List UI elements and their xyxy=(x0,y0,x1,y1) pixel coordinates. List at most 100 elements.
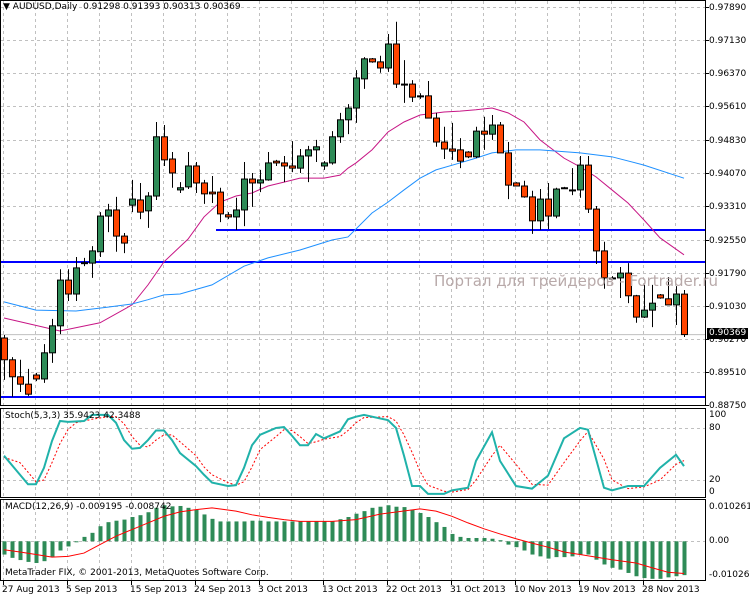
candle-body xyxy=(297,155,304,169)
candle xyxy=(385,34,392,72)
candle xyxy=(297,148,304,173)
candle-body xyxy=(65,279,72,295)
stoch-main-line xyxy=(3,413,685,495)
macd-histogram-bar xyxy=(114,520,119,542)
candle xyxy=(361,57,368,89)
macd-histogram-bar xyxy=(658,541,663,579)
macd-histogram-bar xyxy=(586,541,591,555)
candle xyxy=(41,344,48,383)
collapse-triangle-icon[interactable]: ▼ xyxy=(3,2,10,12)
candle xyxy=(17,359,24,393)
macd-histogram-bar xyxy=(418,512,423,542)
price-tick-label: 0.97130 xyxy=(709,35,747,46)
macd-histogram-bar xyxy=(354,513,359,542)
candle xyxy=(489,115,496,140)
candle-body xyxy=(249,178,256,184)
candle xyxy=(345,104,352,135)
candle-body xyxy=(633,295,640,318)
macd-histogram-bar xyxy=(426,517,431,542)
candle-body xyxy=(329,136,336,164)
macd-histogram-bar xyxy=(570,541,575,557)
candle-body xyxy=(337,119,344,138)
candle xyxy=(249,172,256,207)
macd-histogram-bar xyxy=(306,521,311,542)
candle xyxy=(73,257,80,301)
macd-histogram-bar xyxy=(242,521,247,542)
candle-body xyxy=(89,250,96,264)
candle-body xyxy=(185,165,192,188)
macd-tick-zero: 0.00 xyxy=(709,536,730,546)
candle xyxy=(537,189,544,230)
candle xyxy=(57,269,64,335)
candle-body xyxy=(145,195,152,212)
macd-histogram-bar xyxy=(26,541,31,562)
stoch-tick-0: 0 xyxy=(709,487,715,497)
macd-histogram-bar xyxy=(194,509,199,542)
macd-histogram-bar xyxy=(122,519,127,542)
candle xyxy=(353,70,360,123)
candle-body xyxy=(553,188,560,217)
candle xyxy=(393,21,400,89)
candle xyxy=(529,190,536,234)
candle-body xyxy=(137,199,144,213)
watermark: Портал для трейдеров - Fortrader.ru xyxy=(434,272,718,290)
macd-histogram-bar xyxy=(234,521,239,542)
price-tick-label: 0.89510 xyxy=(709,367,747,378)
candle-body xyxy=(537,198,544,222)
candle xyxy=(121,233,128,254)
stoch-label: Stoch(5,3,3) 35.9423 42.3488 xyxy=(5,411,141,421)
candle-body xyxy=(81,262,88,265)
candle-body xyxy=(657,294,664,299)
macd-histogram-bar xyxy=(74,541,79,543)
price-tick-label: 0.94070 xyxy=(709,168,747,179)
date-label: 24 Sep 2013 xyxy=(194,585,252,595)
candle xyxy=(201,179,208,204)
candle-body xyxy=(561,187,568,190)
macd-histogram-bar xyxy=(626,541,631,573)
candle xyxy=(209,175,216,203)
candle xyxy=(113,196,120,252)
macd-histogram-bar xyxy=(450,533,455,542)
macd-histogram-bar xyxy=(34,541,39,564)
candle xyxy=(681,289,688,338)
macd-histogram-bar xyxy=(370,507,375,542)
candle-body xyxy=(33,374,40,380)
date-label: 31 Oct 2013 xyxy=(450,585,506,595)
candle-body xyxy=(449,148,456,152)
macd-label: MACD(12,26,9) -0.009195 -0.008742 xyxy=(5,502,172,512)
candle xyxy=(217,187,224,223)
candle xyxy=(585,155,592,214)
candle xyxy=(225,212,232,220)
moving-averages xyxy=(3,107,685,332)
candle-body xyxy=(377,61,384,69)
candle-body xyxy=(513,182,520,187)
candle-body xyxy=(193,165,200,184)
macd-histogram-bar xyxy=(610,541,615,568)
candle-body xyxy=(169,158,176,174)
candle-body xyxy=(433,117,440,143)
candle-body xyxy=(241,178,248,211)
candle-body xyxy=(209,191,216,195)
chart-header: ▼ AUDUSD,Daily 0.91298 0.91393 0.90313 0… xyxy=(3,2,241,13)
macd-histogram-bar xyxy=(226,521,231,542)
macd-histogram-bar xyxy=(290,521,295,542)
macd-histogram-bar xyxy=(410,509,415,542)
candle xyxy=(65,269,72,301)
candle xyxy=(193,162,200,193)
candle xyxy=(329,131,336,165)
candle-body xyxy=(57,279,64,327)
macd-histogram-bar xyxy=(106,522,111,542)
candle-body xyxy=(353,77,360,109)
candle-body xyxy=(649,302,656,311)
horizontal-lines[interactable] xyxy=(1,229,705,398)
candle-body xyxy=(673,293,680,306)
macd-histogram-bar xyxy=(202,514,207,542)
candle xyxy=(153,121,160,200)
candle xyxy=(513,182,520,187)
macd-histogram-bar xyxy=(562,541,567,558)
candle-body xyxy=(273,160,280,164)
candle xyxy=(633,294,640,323)
candle xyxy=(273,159,280,166)
macd-histogram-bar xyxy=(386,505,391,542)
candle-body xyxy=(545,198,552,217)
